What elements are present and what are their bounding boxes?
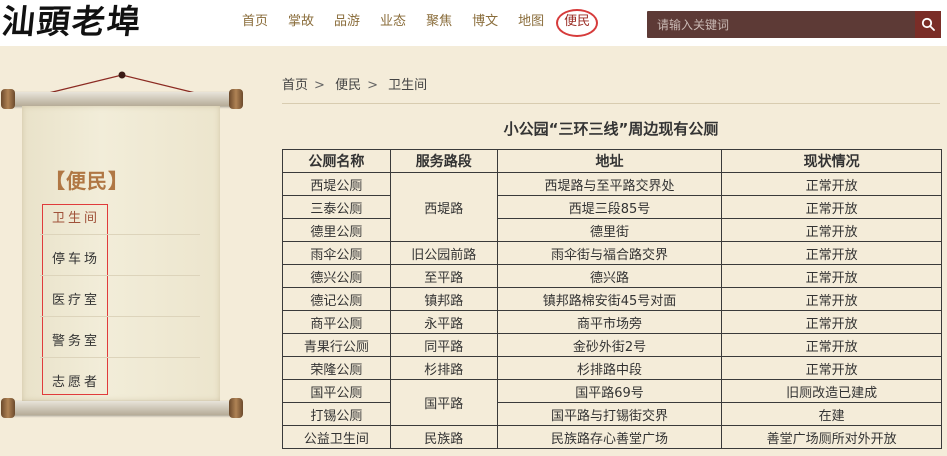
table-row: 德里公厕 德里街 正常开放 bbox=[282, 218, 942, 242]
cell-road: 旧公园前路 bbox=[389, 241, 498, 265]
breadcrumb-separator: > bbox=[314, 78, 325, 93]
search-button[interactable] bbox=[915, 11, 941, 38]
nav-item-tour[interactable]: 品游 bbox=[324, 0, 370, 44]
table-row: 青果行公厕 同平路 金砂外街2号 正常开放 bbox=[282, 333, 942, 357]
table-row: 公益卫生间 民族路 民族路存心善堂广场 善堂广场厕所对外开放 bbox=[282, 425, 942, 449]
table-header-row: 公厕名称 服务路段 地址 现状情况 bbox=[282, 149, 942, 173]
nav-item-anecdotes[interactable]: 掌故 bbox=[278, 0, 324, 44]
column-header-address: 地址 bbox=[496, 149, 723, 173]
breadcrumb-home[interactable]: 首页 bbox=[282, 78, 308, 93]
sidebar-divider bbox=[40, 316, 200, 317]
cell-status: 正常开放 bbox=[721, 241, 942, 265]
cell-address: 德里街 bbox=[496, 218, 723, 242]
cell-address: 镇邦路棉安街45号对面 bbox=[496, 287, 723, 311]
cell-address: 雨伞街与福合路交界 bbox=[496, 241, 723, 265]
cell-road: 国平路 bbox=[389, 379, 498, 426]
search-input[interactable] bbox=[647, 11, 909, 38]
cell-status: 正常开放 bbox=[721, 172, 942, 196]
cell-address: 国平路与打锡街交界 bbox=[496, 402, 723, 426]
cell-address: 商平市场旁 bbox=[496, 310, 723, 334]
column-header-road: 服务路段 bbox=[389, 149, 498, 173]
cell-road: 民族路 bbox=[389, 425, 498, 449]
cell-name: 商平公厕 bbox=[282, 310, 391, 334]
table-row: 雨伞公厕 旧公园前路 雨伞街与福合路交界 正常开放 bbox=[282, 241, 942, 265]
breadcrumb: 首页 > 便民 > 卫生间 bbox=[282, 74, 431, 93]
cell-road: 永平路 bbox=[389, 310, 498, 334]
nav-item-focus[interactable]: 聚焦 bbox=[416, 0, 462, 44]
nav-item-convenience[interactable]: 便民 bbox=[554, 0, 600, 44]
scroll-bottom-rod bbox=[1, 398, 243, 418]
search-icon bbox=[921, 17, 935, 31]
cell-status: 旧厕改造已建成 bbox=[721, 379, 942, 403]
sidebar-item-volunteer[interactable]: 志愿者 bbox=[52, 371, 100, 390]
cell-status: 正常开放 bbox=[721, 218, 942, 242]
table-title: 小公园“三环三线”周边现有公厕 bbox=[503, 120, 719, 138]
cell-name: 西堤公厕 bbox=[282, 172, 391, 196]
search-bar bbox=[647, 11, 941, 38]
table-row: 德记公厕 镇邦路 镇邦路棉安街45号对面 正常开放 bbox=[282, 287, 942, 311]
table-row: 打锡公厕 国平路与打锡街交界 在建 bbox=[282, 402, 942, 426]
breadcrumb-current: 卫生间 bbox=[388, 78, 428, 93]
cell-status: 正常开放 bbox=[721, 310, 942, 334]
cell-status: 在建 bbox=[721, 402, 942, 426]
site-logo[interactable]: 汕頭老埠 bbox=[0, 2, 144, 42]
cell-name: 公益卫生间 bbox=[282, 425, 391, 449]
scroll-top-rod bbox=[1, 89, 243, 109]
table-row: 西堤公厕 西堤路 西堤路与至平路交界处 正常开放 bbox=[282, 172, 942, 242]
nav-item-map[interactable]: 地图 bbox=[508, 0, 554, 44]
cell-name: 德兴公厕 bbox=[282, 264, 391, 288]
sidebar-item-police[interactable]: 警务室 bbox=[52, 330, 100, 349]
cell-name: 国平公厕 bbox=[282, 379, 391, 403]
cell-name: 青果行公厕 bbox=[282, 333, 391, 357]
cell-road: 至平路 bbox=[389, 264, 498, 288]
cell-address: 金砂外街2号 bbox=[496, 333, 723, 357]
cell-road: 同平路 bbox=[389, 333, 498, 357]
cell-name: 德里公厕 bbox=[282, 218, 391, 242]
cell-road: 杉排路 bbox=[389, 356, 498, 380]
table-row: 商平公厕 永平路 商平市场旁 正常开放 bbox=[282, 310, 942, 334]
cell-address: 国平路69号 bbox=[496, 379, 723, 403]
sidebar-title: 【便民】 bbox=[45, 169, 129, 193]
cell-address: 杉排路中段 bbox=[496, 356, 723, 380]
sidebar-item-toilet[interactable]: 卫生间 bbox=[52, 207, 100, 226]
table-row: 德兴公厕 至平路 德兴路 正常开放 bbox=[282, 264, 942, 288]
nav-item-home[interactable]: 首页 bbox=[232, 0, 278, 44]
sidebar-item-clinic[interactable]: 医疗室 bbox=[52, 289, 100, 308]
cell-name: 三泰公厕 bbox=[282, 195, 391, 219]
cell-status: 正常开放 bbox=[721, 333, 942, 357]
cell-status: 正常开放 bbox=[721, 287, 942, 311]
cell-address: 德兴路 bbox=[496, 264, 723, 288]
table-row: 国平公厕 国平路 国平路69号 旧厕改造已建成 bbox=[282, 379, 942, 426]
cell-name: 荣隆公厕 bbox=[282, 356, 391, 380]
sidebar-divider bbox=[40, 234, 200, 235]
cell-status: 正常开放 bbox=[721, 195, 942, 219]
header: 汕頭老埠 首页 掌故 品游 业态 聚焦 博文 地图 便民 bbox=[0, 0, 947, 46]
nav-item-business[interactable]: 业态 bbox=[370, 0, 416, 44]
table-row: 荣隆公厕 杉排路 杉排路中段 正常开放 bbox=[282, 356, 942, 380]
cell-status: 善堂广场厕所对外开放 bbox=[721, 425, 942, 449]
nav-item-blog[interactable]: 博文 bbox=[462, 0, 508, 44]
breadcrumb-separator: > bbox=[367, 78, 378, 93]
cell-road: 镇邦路 bbox=[389, 287, 498, 311]
cell-address: 民族路存心善堂广场 bbox=[496, 425, 723, 449]
sidebar-divider bbox=[40, 357, 200, 358]
sidebar-divider bbox=[40, 275, 200, 276]
table-row: 三泰公厕 西堤三段85号 正常开放 bbox=[282, 195, 942, 219]
cell-address: 西堤三段85号 bbox=[496, 195, 723, 219]
cell-status: 正常开放 bbox=[721, 264, 942, 288]
cell-name: 打锡公厕 bbox=[282, 402, 391, 426]
toilet-table: 公厕名称 服务路段 地址 现状情况 西堤公厕 西堤路 西堤路与至平路交界处 正常… bbox=[282, 149, 942, 449]
column-header-status: 现状情况 bbox=[721, 149, 942, 173]
cell-name: 雨伞公厕 bbox=[282, 241, 391, 265]
sidebar-scroll: 【便民】 卫生间 停车场 医疗室 警务室 志愿者 bbox=[0, 68, 245, 424]
main-nav: 首页 掌故 品游 业态 聚焦 博文 地图 便民 bbox=[232, 0, 600, 44]
column-header-name: 公厕名称 bbox=[282, 149, 391, 173]
breadcrumb-convenience[interactable]: 便民 bbox=[335, 78, 361, 93]
breadcrumb-divider bbox=[282, 103, 940, 104]
cell-name: 德记公厕 bbox=[282, 287, 391, 311]
sidebar-item-parking[interactable]: 停车场 bbox=[52, 248, 100, 267]
cell-address: 西堤路与至平路交界处 bbox=[496, 172, 723, 196]
cell-road: 西堤路 bbox=[389, 172, 498, 242]
cell-status: 正常开放 bbox=[721, 356, 942, 380]
